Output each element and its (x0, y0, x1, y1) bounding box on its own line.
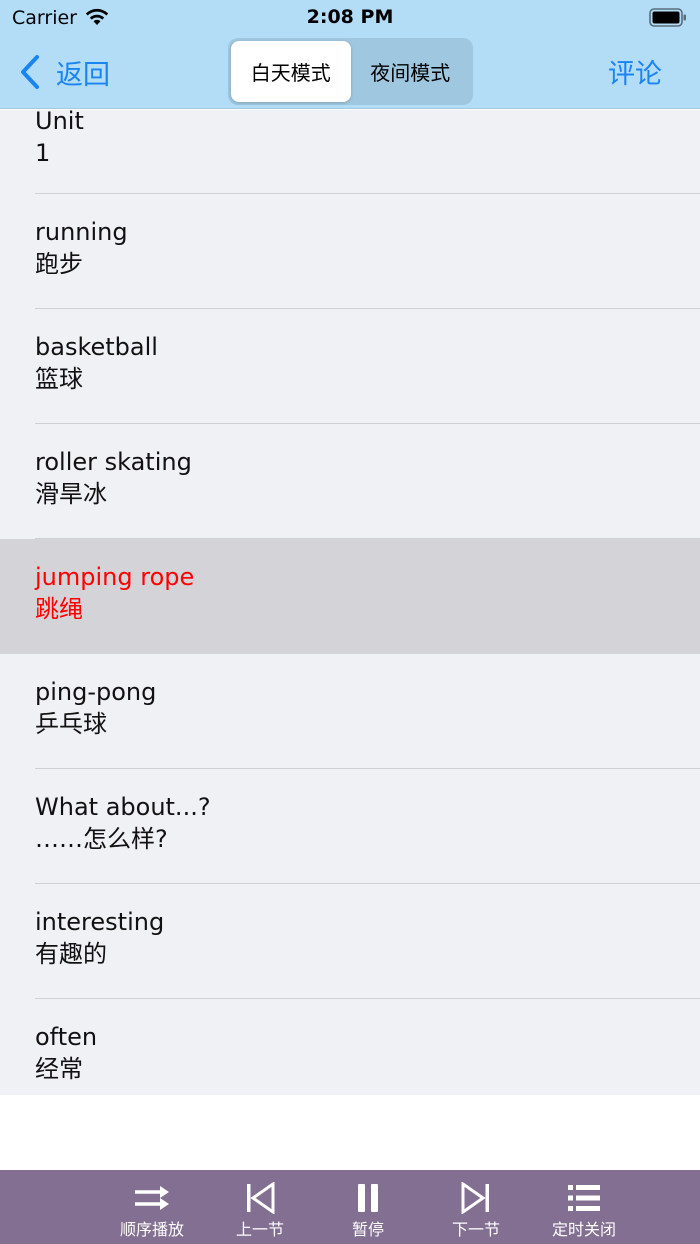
word-list[interactable]: Unit 1 running 跑步 basketball 篮球 roller s… (0, 110, 700, 1095)
word-chinese: 乒乓球 (35, 710, 107, 738)
previous-track-icon (247, 1182, 275, 1214)
clock: 2:08 PM (306, 6, 394, 28)
word-chinese: 1 (35, 139, 51, 167)
chevron-left-icon (21, 55, 39, 89)
pause-label: 暂停 (351, 1220, 384, 1239)
next-track-icon (461, 1182, 489, 1214)
list-item[interactable]: What about...? ……怎么样? (0, 769, 700, 884)
word-english: running (35, 218, 128, 246)
word-english: often (35, 1023, 98, 1051)
word-english: roller skating (35, 448, 192, 476)
shuffle-order-icon (135, 1186, 169, 1210)
word-english: Unit (35, 110, 84, 135)
battery-icon (649, 8, 686, 27)
word-english: ping-pong (35, 678, 157, 706)
next-label: 下一节 (451, 1220, 500, 1239)
word-chinese: 跑步 (35, 250, 83, 278)
word-chinese: 篮球 (35, 365, 83, 393)
day-mode-segment[interactable]: 白天模式 (231, 41, 351, 102)
list-item[interactable]: Unit 1 (0, 110, 700, 194)
sleep-timer-label: 定时关闭 (551, 1220, 616, 1239)
comment-button[interactable]: 评论 (608, 52, 662, 91)
list-item[interactable]: often 经常 (0, 999, 700, 1095)
status-bar: Carrier 2:08 PM (0, 0, 700, 36)
mode-segmented-control: 白天模式 夜间模式 (228, 38, 473, 105)
word-chinese: 有趣的 (35, 940, 107, 968)
list-item[interactable]: interesting 有趣的 (0, 884, 700, 999)
word-chinese: 经常 (35, 1055, 83, 1083)
word-english: basketball (35, 333, 158, 361)
sleep-timer-button[interactable]: 定时关闭 (530, 1170, 638, 1244)
navigation-bar: Carrier 2:08 PM 返回 白天模式 夜间模式 评论 (0, 0, 700, 109)
pause-button[interactable]: 暂停 (314, 1170, 422, 1244)
word-chinese: 滑旱冰 (35, 480, 107, 508)
list-item-selected[interactable]: jumping rope 跳绳 (0, 539, 700, 654)
night-mode-segment[interactable]: 夜间模式 (351, 41, 471, 102)
play-order-label: 顺序播放 (119, 1220, 184, 1239)
back-label: 返回 (56, 59, 110, 91)
word-chinese: 跳绳 (35, 595, 83, 623)
next-button[interactable]: 下一节 (422, 1170, 530, 1244)
previous-button[interactable]: 上一节 (206, 1170, 314, 1244)
play-order-button[interactable]: 顺序播放 (98, 1170, 206, 1244)
word-chinese: ……怎么样? (35, 825, 168, 853)
word-english: interesting (35, 908, 165, 936)
previous-label: 上一节 (235, 1220, 284, 1239)
pause-icon (358, 1184, 378, 1212)
list-item[interactable]: roller skating 滑旱冰 (0, 424, 700, 539)
word-english: What about...? (35, 793, 211, 821)
list-item[interactable]: running 跑步 (0, 194, 700, 309)
list-item[interactable]: ping-pong 乒乓球 (0, 654, 700, 769)
timer-list-icon (568, 1185, 600, 1211)
back-button[interactable]: 返回 (18, 52, 110, 92)
player-toolbar: 顺序播放 上一节 暂停 下一节 定时关闭 (0, 1170, 700, 1244)
list-item[interactable]: basketball 篮球 (0, 309, 700, 424)
word-english: jumping rope (35, 563, 195, 591)
